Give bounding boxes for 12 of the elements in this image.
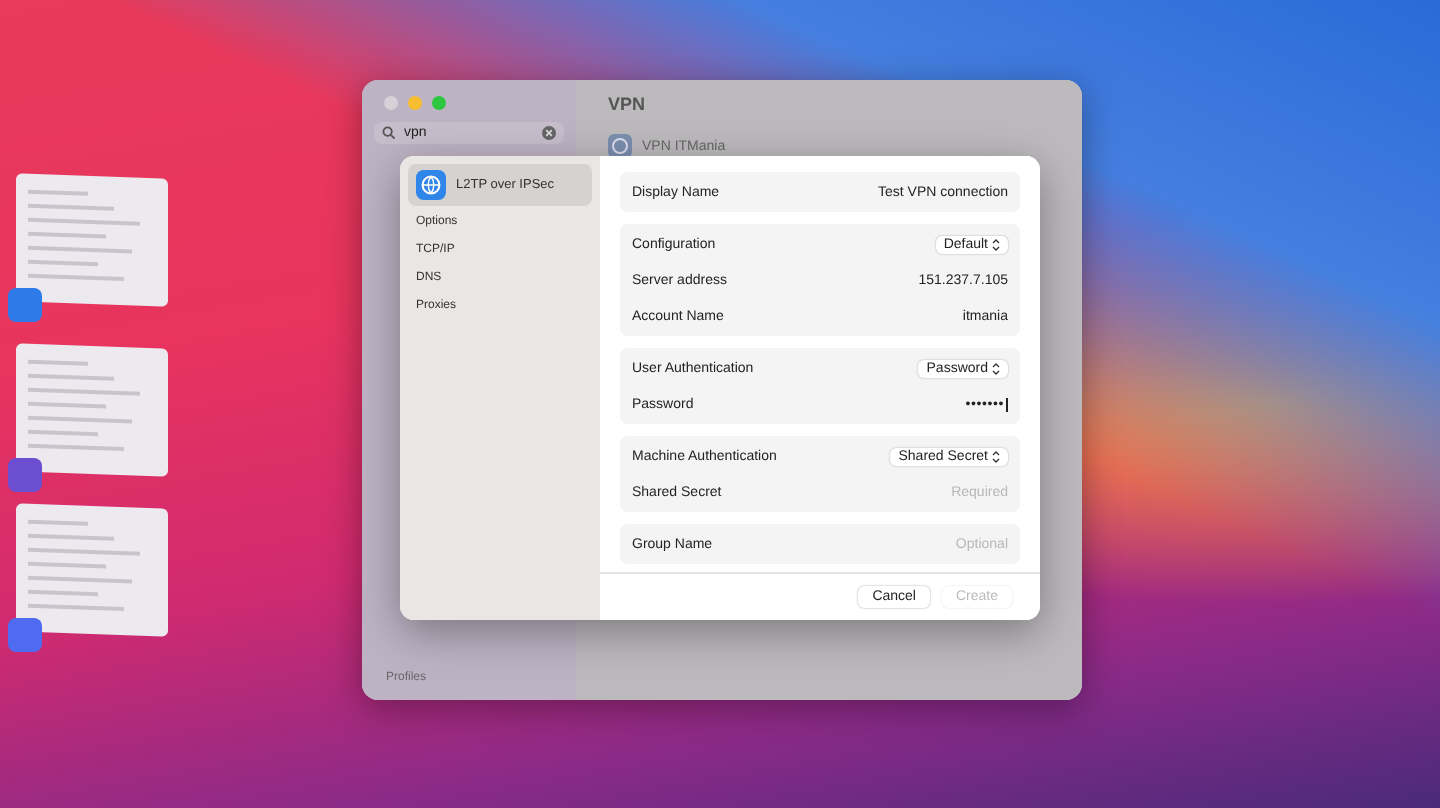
close-button[interactable]: [384, 96, 398, 110]
search-icon: [382, 126, 396, 140]
app-window-thumbnail[interactable]: [16, 503, 168, 637]
updown-chevron-icon: [992, 361, 1000, 375]
app-window-thumbnail[interactable]: [16, 173, 168, 307]
window-title: VPN: [608, 94, 648, 114]
updown-chevron-icon: [992, 449, 1000, 463]
clear-icon[interactable]: [542, 126, 556, 140]
zoom-button[interactable]: [432, 96, 446, 110]
updown-chevron-icon: [992, 237, 1000, 251]
app-window-thumbnail[interactable]: [16, 343, 168, 477]
minimize-button[interactable]: [408, 96, 422, 110]
